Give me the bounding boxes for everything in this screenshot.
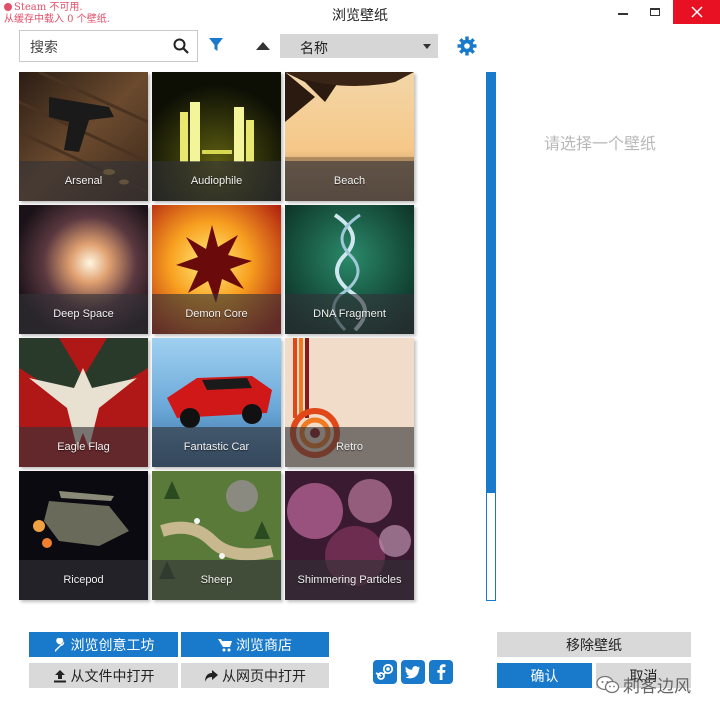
chevron-down-icon [423,44,431,49]
steam-icon [375,663,394,680]
title-bar: Steam 不可用. 从缓存中载入 0 个壁纸. 浏览壁纸 [0,0,720,28]
facebook-link[interactable] [429,660,453,684]
wallpaper-tile-fantastic-car[interactable]: Fantastic Car [152,338,281,467]
wallpaper-name: Audiophile [190,175,243,187]
wallpaper-name: Retro [336,441,363,453]
wallpaper-tile-deep-space[interactable]: Deep Space [19,205,148,334]
search-input[interactable] [30,37,170,57]
wallpaper-name: Demon Core [185,308,248,320]
close-button[interactable] [673,0,720,24]
wallpaper-name: Shimmering Particles [297,574,402,586]
wallpaper-tile-retro[interactable]: Retro [285,338,414,467]
watermark-text: 刺客边风 [623,677,691,696]
share-arrow-icon [205,669,218,682]
wallpaper-tile-audiophile[interactable]: Audiophile [152,72,281,201]
gear-icon[interactable] [457,36,477,56]
preview-empty-message: 请选择一个壁纸 [543,136,656,153]
facebook-icon [437,664,446,680]
confirm-button[interactable]: 确认 [497,663,592,688]
maximize-icon [649,8,660,16]
open-from-file-label: 从文件中打开 [70,667,155,684]
confirm-label: 确认 [530,667,559,684]
minimize-button[interactable] [606,0,639,24]
open-from-file-button[interactable]: 从文件中打开 [29,663,178,688]
wallpaper-tile-shimmering-particles[interactable]: Shimmering Particles [285,471,414,600]
steam-link[interactable] [373,660,397,684]
wallpaper-tile-ricepod[interactable]: Ricepod [19,471,148,600]
search-box[interactable] [19,30,198,62]
sort-select-value: 名称 [300,40,328,56]
filter-icon[interactable] [208,37,224,53]
browse-store-label: 浏览商店 [236,636,292,653]
remove-wallpaper-button[interactable]: 移除壁纸 [497,632,691,657]
browse-store-button[interactable]: 浏览商店 [181,632,329,657]
wallpaper-tile-arsenal[interactable]: Arsenal [19,72,148,201]
maximize-button[interactable] [638,0,671,24]
wrench-icon [54,637,64,652]
wallpaper-tile-sheep[interactable]: Sheep [152,471,281,600]
wallpaper-name: Deep Space [53,308,114,320]
sort-select[interactable]: 名称 [280,34,438,58]
wallpaper-name: Arsenal [64,175,103,187]
upload-icon [53,669,66,682]
wallpaper-name: Ricepod [63,574,104,586]
remove-wallpaper-label: 移除壁纸 [566,636,622,653]
browse-workshop-label: 浏览创意工坊 [70,636,155,653]
wallpaper-name: Sheep [200,574,233,586]
close-icon [690,6,703,18]
wallpaper-tile-demon-core[interactable]: Demon Core [152,205,281,334]
wechat-icon [596,675,620,693]
wallpaper-tile-dna-fragment[interactable]: DNA Fragment [285,205,414,334]
wallpaper-tile-beach[interactable]: Beach [285,72,414,201]
shopping-cart-icon [218,638,232,651]
wallpaper-name: Eagle Flag [57,441,110,453]
grid-scrollbar[interactable] [486,72,496,601]
open-from-web-label: 从网页中打开 [222,667,306,684]
watermark: 刺客边风 [596,672,691,697]
minimize-icon [617,13,628,15]
wallpaper-name: Beach [333,175,366,187]
search-icon[interactable] [173,38,189,54]
open-from-web-button[interactable]: 从网页中打开 [181,663,329,688]
sort-direction-icon[interactable] [256,42,270,50]
wallpaper-name: DNA Fragment [313,308,386,320]
wallpaper-name: Fantastic Car [183,441,250,453]
twitter-link[interactable] [401,660,425,684]
twitter-icon [405,666,420,679]
browse-workshop-button[interactable]: 浏览创意工坊 [29,632,178,657]
scrollbar-thumb[interactable] [487,73,495,493]
wallpaper-tile-eagle-flag[interactable]: Eagle Flag [19,338,148,467]
